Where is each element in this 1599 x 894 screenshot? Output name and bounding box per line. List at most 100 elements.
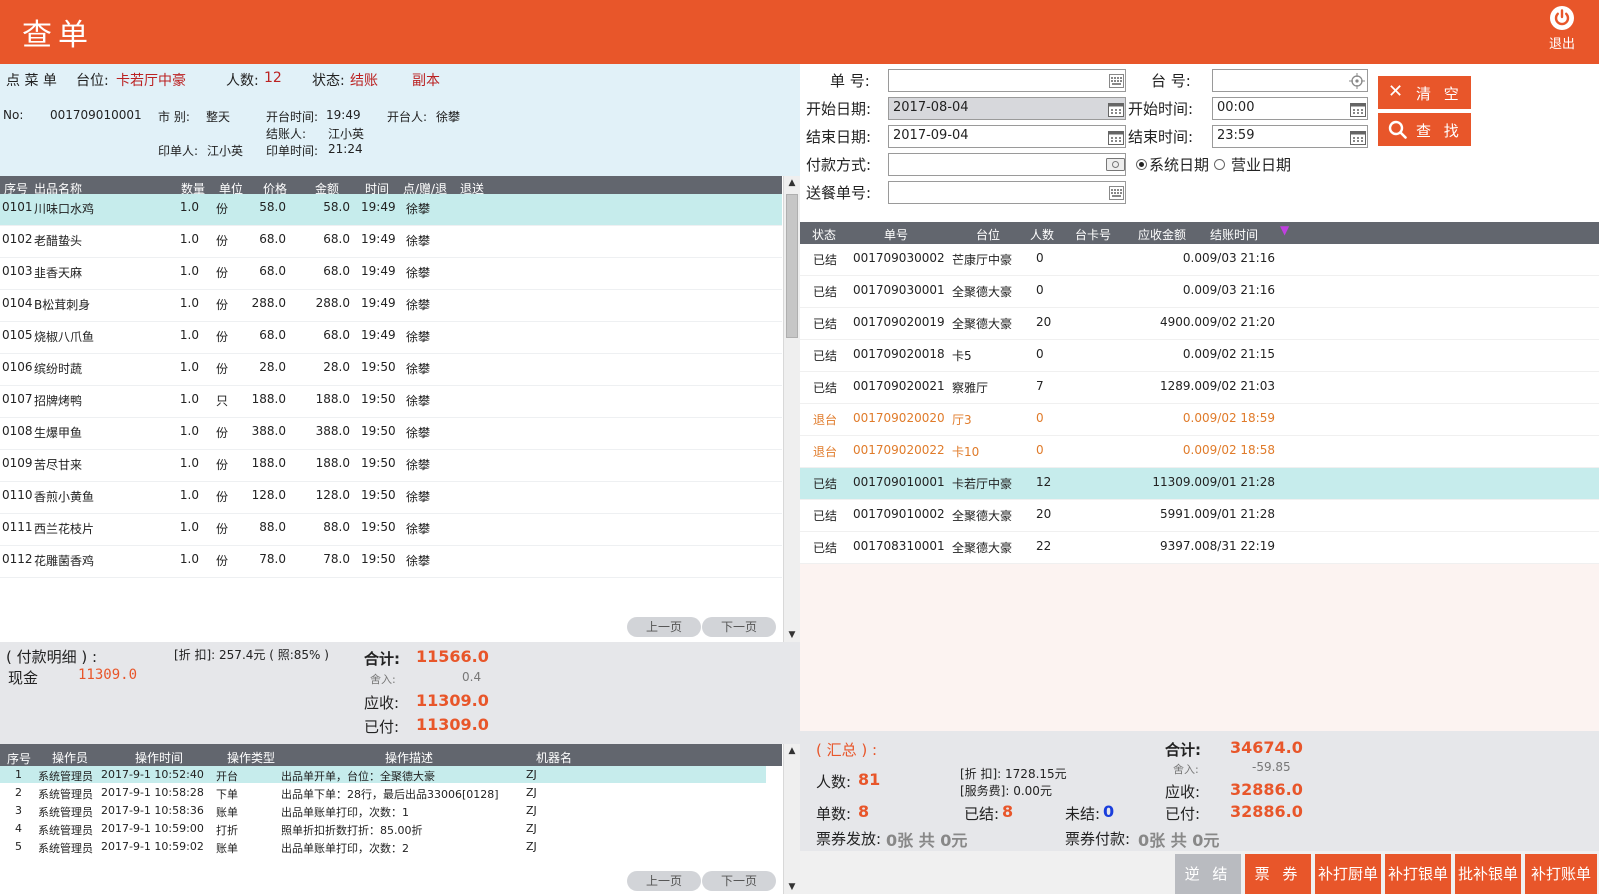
- cell-status: 退台: [813, 413, 838, 427]
- summary-title: ( 汇总 ) :: [816, 741, 878, 759]
- log-scrollbar[interactable]: ▲ ▼: [783, 744, 800, 894]
- log-row[interactable]: 1 系统管理员 2017-9-1 10:52:40 开台 出品单开单，台位：全聚德大豪 Z…: [0, 766, 766, 783]
- col-header: 应收金额: [1138, 228, 1187, 242]
- end-time-input[interactable]: 23:59: [1212, 125, 1368, 148]
- calendar-icon[interactable]: [1108, 129, 1124, 145]
- cell-amount: 188.0: [315, 392, 350, 406]
- log-next-page-button[interactable]: 下一页: [702, 871, 776, 891]
- cell-machine: ZJ: [526, 786, 537, 799]
- order-row[interactable]: 退台 001709020022 卡10 0 0.0 09/02 18:58: [800, 436, 1599, 468]
- log-row[interactable]: 3 系统管理员 2017-9-1 10:58:36 账单 出品单账单打印，次数：1 ZJ: [0, 802, 782, 819]
- payment-method-input[interactable]: [888, 153, 1126, 176]
- table-row[interactable]: 0110 香煎小黄鱼 1.0 份 128.0 128.0 19:50 徐攀: [0, 482, 782, 514]
- delivery-no-label: 送餐单号:: [806, 184, 872, 202]
- cell-price: 288.0: [251, 296, 286, 310]
- order-no-input[interactable]: [888, 69, 1126, 92]
- items-prev-page-button[interactable]: 上一页: [627, 617, 701, 637]
- table-row[interactable]: 0102 老醋蛰头 1.0 份 68.0 68.0 19:49 徐攀: [0, 226, 782, 258]
- table-row[interactable]: 0104 B松茸刺身 1.0 份 288.0 288.0 19:49 徐攀: [0, 290, 782, 322]
- voucher-button[interactable]: 票 券: [1245, 854, 1311, 894]
- scroll-down-icon[interactable]: ▼: [784, 880, 800, 894]
- guests-label: 人数:: [226, 73, 259, 89]
- order-row[interactable]: 退台 001709020020 厅3 0 0.0 09/02 18:59: [800, 404, 1599, 436]
- calendar-icon[interactable]: [1350, 101, 1366, 117]
- cell-no: 0108: [2, 424, 33, 438]
- cell-status: 退台: [813, 445, 838, 459]
- table-row[interactable]: 0108 生爆甲鱼 1.0 份 388.0 388.0 19:50 徐攀: [0, 418, 782, 450]
- cell-person: 徐攀: [406, 490, 431, 504]
- start-time-input[interactable]: 00:00: [1212, 97, 1368, 120]
- cell-price: 58.0: [259, 200, 286, 214]
- table-row[interactable]: 0109 苦尽甘来 1.0 份 188.0 188.0 19:50 徐攀: [0, 450, 782, 482]
- keyboard-icon[interactable]: [1109, 186, 1124, 200]
- table-row[interactable]: 0105 烧椒八爪鱼 1.0 份 68.0 68.0 19:49 徐攀: [0, 322, 782, 354]
- reverse-checkout-button[interactable]: 逆 结: [1175, 854, 1241, 894]
- search-button[interactable]: 查 找: [1378, 113, 1471, 146]
- calendar-icon[interactable]: [1350, 129, 1366, 145]
- open-time-label: 开台时间:: [266, 110, 319, 124]
- summary-orders-label: 单数:: [816, 805, 852, 823]
- reprint-kitchen-button[interactable]: 补打厨单: [1315, 854, 1381, 894]
- table-row[interactable]: 0111 西兰花枝片 1.0 份 88.0 88.0 19:50 徐攀: [0, 514, 782, 546]
- order-row[interactable]: 已结 001709020019 全聚德大豪 20 4900.0 09/02 21:20: [800, 308, 1599, 340]
- reprint-bill-button[interactable]: 补打账单: [1525, 854, 1597, 894]
- calendar-icon[interactable]: [1108, 101, 1124, 117]
- clear-button[interactable]: ✕ 清 空: [1378, 76, 1471, 109]
- log-row[interactable]: 4 系统管理员 2017-9-1 10:59:00 打折 照单折扣折数打折：85.00折…: [0, 820, 782, 837]
- cell-status: 已结: [813, 477, 838, 491]
- order-row[interactable]: 已结 001709010002 全聚德大豪 20 5991.0 09/01 21:28: [800, 500, 1599, 532]
- cell-amount: 9397.0: [1160, 539, 1202, 553]
- cell-time: 19:50: [361, 392, 396, 406]
- delivery-no-input[interactable]: [888, 181, 1126, 204]
- total-value: 11566.0: [416, 647, 489, 666]
- cell-unit: 份: [216, 458, 229, 472]
- keyboard-icon[interactable]: [1109, 74, 1124, 88]
- logout-button[interactable]: 退出: [1539, 5, 1585, 52]
- app-header: 查单 退出: [0, 0, 1599, 64]
- cell-unit: 份: [216, 330, 229, 344]
- order-row[interactable]: 已结 001709030002 芒康厅中豪 0 0.0 09/03 21:16: [800, 244, 1599, 276]
- cell-operator: 系统管理员: [38, 806, 93, 819]
- cash-icon[interactable]: [1106, 158, 1125, 171]
- cell-unit: 份: [216, 202, 229, 216]
- cell-time: 19:50: [361, 456, 396, 470]
- batch-silver-button[interactable]: 批补银单: [1455, 854, 1521, 894]
- items-next-page-button[interactable]: 下一页: [702, 617, 776, 637]
- reprint-silver-button[interactable]: 补打银单: [1385, 854, 1451, 894]
- business-date-radio[interactable]: [1214, 159, 1225, 170]
- log-prev-page-button[interactable]: 上一页: [627, 871, 701, 891]
- order-row[interactable]: 已结 001708310001 全聚德大豪 22 9397.0 08/31 22:19: [800, 532, 1599, 564]
- start-date-input[interactable]: 2017-08-04: [888, 97, 1126, 120]
- cell-status: 已结: [813, 349, 838, 363]
- sort-desc-icon[interactable]: ▼: [1280, 223, 1289, 237]
- scroll-down-icon[interactable]: ▼: [784, 628, 800, 642]
- table-row[interactable]: 0107 招牌烤鸭 1.0 只 188.0 188.0 19:50 徐攀: [0, 386, 782, 418]
- summary-unsettled-value: 0: [1103, 802, 1115, 821]
- cell-price: 88.0: [259, 520, 286, 534]
- table-row[interactable]: 0103 韭香天麻 1.0 份 68.0 68.0 19:49 徐攀: [0, 258, 782, 290]
- table-row[interactable]: 0112 花雕菌香鸡 1.0 份 78.0 78.0 19:50 徐攀: [0, 546, 782, 578]
- cell-time: 09/02 21:03: [1202, 379, 1275, 393]
- system-date-radio[interactable]: [1136, 159, 1147, 170]
- cell-machine: ZJ: [526, 804, 537, 817]
- order-row[interactable]: 已结 001709010001 卡若厅中豪 12 11309.0 09/01 21:28: [800, 468, 1599, 500]
- scroll-thumb[interactable]: [786, 194, 798, 338]
- clear-button-label: 清 空: [1416, 85, 1463, 103]
- table-no-input[interactable]: [1212, 69, 1368, 92]
- cell-table: 厅3: [952, 413, 972, 427]
- order-row[interactable]: 已结 001709020018 卡5 0 0.0 09/02 21:15: [800, 340, 1599, 372]
- items-scrollbar[interactable]: ▲ ▼: [783, 176, 800, 642]
- scroll-up-icon[interactable]: ▲: [784, 176, 800, 190]
- log-row[interactable]: 2 系统管理员 2017-9-1 10:58:28 下单 出品单下单：28行，最后出品3…: [0, 784, 782, 801]
- end-date-input[interactable]: 2017-09-04: [888, 125, 1126, 148]
- cell-amount: 68.0: [323, 264, 350, 278]
- no-value: 001709010001: [50, 108, 142, 122]
- table-row[interactable]: 0106 缤纷时蔬 1.0 份 28.0 28.0 19:50 徐攀: [0, 354, 782, 386]
- order-row[interactable]: 已结 001709020021 察雅厅 7 1289.0 09/02 21:03: [800, 372, 1599, 404]
- log-row[interactable]: 5 系统管理员 2017-9-1 10:59:02 账单 出品单账单打印，次数：2 ZJ: [0, 838, 782, 855]
- scroll-up-icon[interactable]: ▲: [784, 744, 800, 758]
- table-row[interactable]: 0101 川味口水鸡 1.0 份 58.0 58.0 19:49 徐攀: [0, 194, 782, 226]
- order-row[interactable]: 已结 001709030001 全聚德大豪 0 0.0 09/03 21:16: [800, 276, 1599, 308]
- cell-time: 19:49: [361, 296, 396, 310]
- locate-icon[interactable]: [1349, 73, 1365, 89]
